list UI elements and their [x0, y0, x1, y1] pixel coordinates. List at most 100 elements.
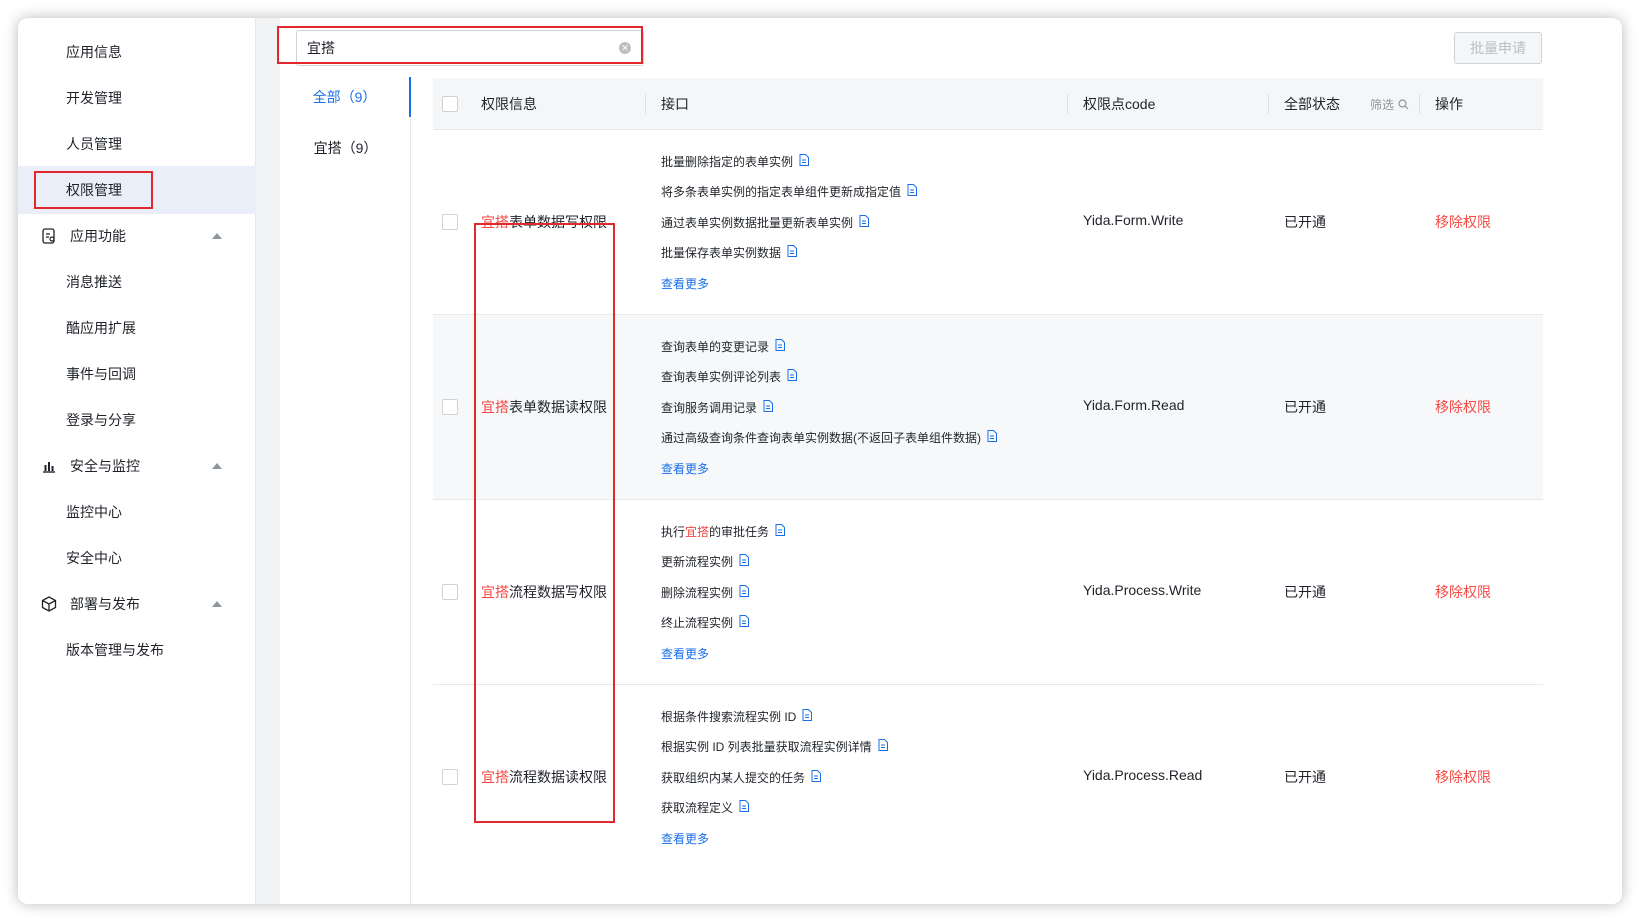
chevron-up-icon[interactable] — [212, 601, 222, 607]
sidebar-item-events-callbacks[interactable]: 事件与回调 — [18, 350, 256, 398]
select-all-checkbox[interactable] — [442, 96, 458, 112]
remove-permission-link[interactable]: 移除权限 — [1435, 397, 1491, 417]
perm-name: 宜搭流程数据读权限 — [481, 769, 607, 785]
search-icon — [1398, 98, 1409, 109]
doc-icon[interactable] — [859, 214, 870, 230]
api-item[interactable]: 查询服务调用记录 — [661, 392, 1071, 423]
sidebar-item-version-release[interactable]: 版本管理与发布 — [18, 626, 256, 674]
header-divider — [1419, 94, 1420, 114]
perm-code: Yida.Form.Write — [1083, 212, 1184, 228]
search-box[interactable]: ✕ — [296, 30, 644, 66]
perm-code: Yida.Process.Write — [1083, 582, 1202, 598]
filter-button[interactable]: 筛选 — [1370, 78, 1409, 130]
sidebar-item-label: 监控中心 — [66, 504, 122, 520]
api-item[interactable]: 批量保存表单实例数据 — [661, 238, 1071, 269]
api-item[interactable]: 将多条表单实例的指定表单组件更新成指定值 — [661, 177, 1071, 208]
sidebar-item-cool-app[interactable]: 酷应用扩展 — [18, 304, 256, 352]
api-item[interactable]: 获取流程定义 — [661, 793, 1071, 824]
sidebar-item-label: 权限管理 — [66, 182, 122, 198]
row-checkbox[interactable] — [442, 584, 458, 600]
clear-icon[interactable]: ✕ — [619, 42, 631, 54]
row-checkbox[interactable] — [442, 399, 458, 415]
app-window: 应用信息 开发管理 人员管理 权限管理 应用功能 消息推送 酷应用扩展 事件与回… — [18, 18, 1622, 904]
view-more-link[interactable]: 查看更多 — [661, 268, 1071, 298]
tab-all[interactable]: 全部（9） — [280, 77, 411, 117]
sidebar: 应用信息 开发管理 人员管理 权限管理 应用功能 消息推送 酷应用扩展 事件与回… — [18, 18, 256, 904]
doc-icon[interactable] — [787, 369, 798, 384]
api-item[interactable]: 根据实例 ID 列表批量获取流程实例详情 — [661, 732, 1071, 763]
sidebar-group-app-function[interactable]: 应用功能 — [18, 212, 256, 260]
sidebar-item-label: 版本管理与发布 — [66, 642, 164, 658]
row-checkbox[interactable] — [442, 214, 458, 230]
chevron-up-icon[interactable] — [212, 233, 222, 239]
perm-code: Yida.Process.Read — [1083, 767, 1203, 783]
header-api: 接口 — [661, 96, 689, 112]
doc-icon[interactable] — [987, 430, 997, 445]
view-more-link[interactable]: 查看更多 — [661, 638, 1071, 668]
api-item[interactable]: 查询表单的变更记录 — [661, 331, 1071, 362]
keyword-highlight: 宜搭 — [685, 524, 710, 539]
api-item[interactable]: 通过高级查询条件查询表单实例数据(不返回子表单组件数据) — [661, 423, 1071, 454]
remove-permission-link[interactable]: 移除权限 — [1435, 212, 1491, 232]
doc-icon[interactable] — [787, 245, 798, 260]
row-checkbox[interactable] — [442, 769, 458, 785]
api-item[interactable]: 获取组织内某人提交的任务 — [661, 762, 1071, 793]
sidebar-item-people-management[interactable]: 人员管理 — [18, 120, 256, 168]
doc-icon[interactable] — [775, 523, 786, 539]
api-item[interactable]: 批量删除指定的表单实例 — [661, 146, 1071, 177]
doc-icon[interactable] — [878, 739, 888, 754]
header-status: 全部状态 — [1284, 96, 1340, 112]
perm-code: Yida.Form.Read — [1083, 397, 1185, 413]
view-more-link[interactable]: 查看更多 — [661, 823, 1071, 853]
sidebar-item-monitoring-center[interactable]: 监控中心 — [18, 488, 256, 536]
chevron-up-icon[interactable] — [212, 463, 222, 469]
sidebar-item-dev-management[interactable]: 开发管理 — [18, 74, 256, 122]
doc-icon[interactable] — [799, 153, 810, 169]
api-item[interactable]: 查询表单实例评论列表 — [661, 362, 1071, 393]
doc-icon[interactable] — [775, 338, 786, 354]
sidebar-item-app-info[interactable]: 应用信息 — [18, 28, 256, 76]
sidebar-item-label: 消息推送 — [66, 274, 122, 290]
sidebar-group-label: 安全与监控 — [70, 458, 140, 474]
tab-yida[interactable]: 宜搭（9） — [280, 128, 411, 168]
header-perm-info: 权限信息 — [481, 96, 537, 112]
sidebar-group-deploy-release[interactable]: 部署与发布 — [18, 580, 256, 628]
sidebar-item-label: 酷应用扩展 — [66, 320, 136, 336]
api-item[interactable]: 终止流程实例 — [661, 608, 1071, 639]
category-tabs: 全部（9） 宜搭（9） — [280, 77, 411, 904]
doc-icon[interactable] — [802, 708, 813, 724]
api-item[interactable]: 根据条件搜索流程实例 ID — [661, 701, 1071, 732]
doc-icon[interactable] — [739, 800, 750, 815]
search-input[interactable] — [307, 40, 607, 56]
api-item[interactable]: 删除流程实例 — [661, 577, 1071, 608]
header-divider — [1067, 94, 1068, 114]
api-item[interactable]: 通过表单实例数据批量更新表单实例 — [661, 207, 1071, 238]
doc-icon[interactable] — [763, 399, 774, 415]
status-text: 已开通 — [1284, 769, 1326, 785]
table-header: 权限信息 接口 权限点code 全部状态 筛选 操作 — [433, 78, 1543, 130]
api-list: 根据条件搜索流程实例 ID 根据实例 ID 列表批量获取流程实例详情 获取组织内… — [661, 701, 1071, 853]
sidebar-item-permission-management[interactable]: 权限管理 — [18, 166, 256, 214]
doc-icon[interactable] — [907, 184, 918, 199]
sidebar-item-login-share[interactable]: 登录与分享 — [18, 396, 256, 444]
api-item[interactable]: 执行宜搭的审批任务 — [661, 516, 1071, 547]
remove-permission-link[interactable]: 移除权限 — [1435, 582, 1491, 602]
sidebar-item-label: 人员管理 — [66, 136, 122, 152]
status-text: 已开通 — [1284, 399, 1326, 415]
sidebar-item-label: 事件与回调 — [66, 366, 136, 382]
api-item[interactable]: 更新流程实例 — [661, 547, 1071, 578]
sidebar-item-message-push[interactable]: 消息推送 — [18, 258, 256, 306]
table-row: 宜搭流程数据写权限 执行宜搭的审批任务 更新流程实例 删除流程实例 终止流程实例… — [433, 500, 1543, 685]
cube-icon — [40, 595, 58, 613]
remove-permission-link[interactable]: 移除权限 — [1435, 767, 1491, 787]
sidebar-item-security-center[interactable]: 安全中心 — [18, 534, 256, 582]
batch-apply-button[interactable]: 批量申请 — [1454, 32, 1542, 64]
view-more-link[interactable]: 查看更多 — [661, 453, 1071, 483]
doc-icon[interactable] — [739, 615, 750, 630]
status-text: 已开通 — [1284, 584, 1326, 600]
doc-icon[interactable] — [739, 584, 750, 600]
doc-icon[interactable] — [811, 769, 822, 785]
doc-icon[interactable] — [739, 554, 750, 569]
sidebar-group-security-monitoring[interactable]: 安全与监控 — [18, 442, 256, 490]
app-function-icon — [40, 227, 58, 245]
